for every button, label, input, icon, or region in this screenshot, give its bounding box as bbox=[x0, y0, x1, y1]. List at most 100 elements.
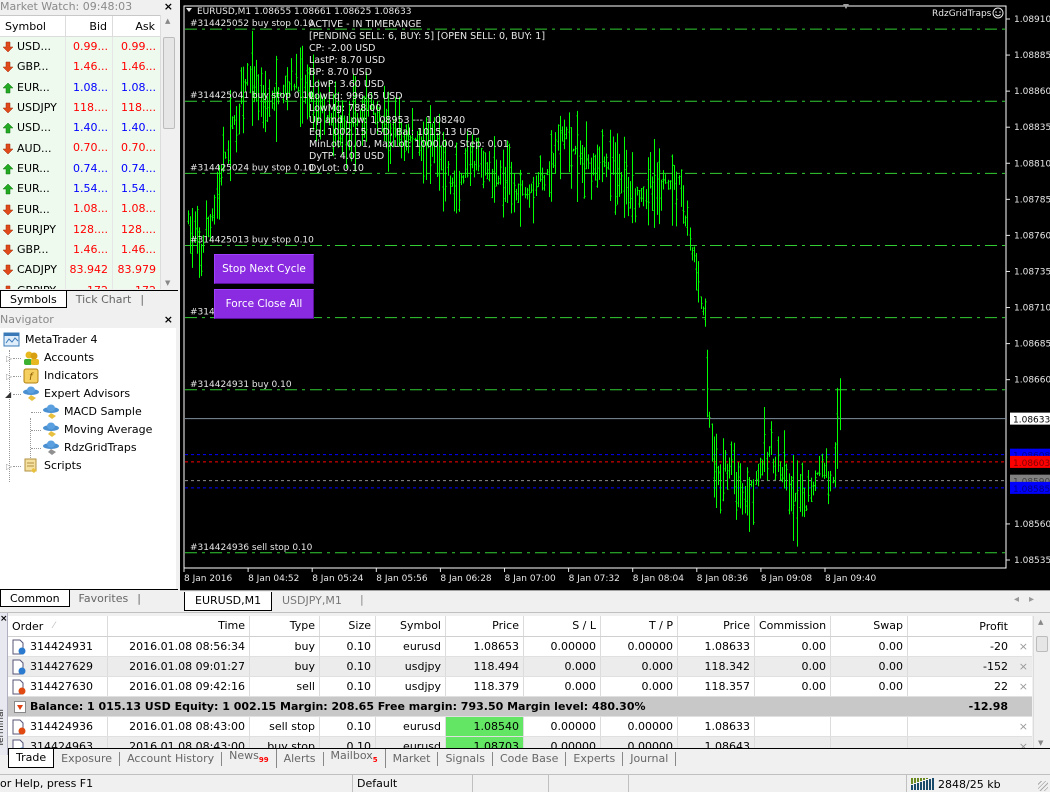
nav-item-scripts[interactable]: Scripts bbox=[22, 457, 82, 475]
bid-cell: 0.74... bbox=[66, 158, 113, 180]
force-close-all-button[interactable]: Force Close All bbox=[214, 289, 314, 319]
scroll-down-icon[interactable]: ▼ bbox=[1038, 739, 1043, 747]
nav-item-rdzgridtraps[interactable]: RdzGridTraps bbox=[42, 439, 137, 457]
col-bid[interactable]: Bid bbox=[66, 16, 113, 36]
nav-item-accounts[interactable]: Accounts bbox=[22, 349, 94, 367]
scrollbar-thumb[interactable] bbox=[163, 37, 175, 129]
col-symbol[interactable]: Symbol bbox=[376, 616, 446, 636]
market-watch-row[interactable]: EUR... 1.08... 1.08... bbox=[0, 199, 160, 220]
tab-symbols[interactable]: Symbols bbox=[0, 291, 67, 308]
symbol-name: EUR... bbox=[17, 182, 50, 196]
nav-root[interactable]: MetaTrader 4 bbox=[3, 331, 97, 349]
scroll-down-icon[interactable]: ▼ bbox=[165, 279, 170, 287]
expand-icon[interactable]: ▷ bbox=[6, 372, 12, 381]
scroll-up-icon[interactable]: ▲ bbox=[1038, 618, 1043, 626]
tab-experts[interactable]: Experts bbox=[566, 751, 624, 766]
status-connection[interactable]: 2848/25 kb bbox=[906, 775, 1036, 792]
tab-tick-chart[interactable]: Tick Chart bbox=[67, 291, 141, 308]
col-ask[interactable]: Ask bbox=[113, 16, 160, 36]
chart-window[interactable]: #314425052 buy stop 0.10 #314425041 buy s… bbox=[180, 0, 1050, 590]
expand-icon[interactable]: ▷ bbox=[6, 462, 12, 471]
order-line-label: #314 bbox=[190, 308, 215, 318]
tab-journal[interactable]: Journal bbox=[623, 751, 677, 766]
tab-favorites[interactable]: Favorites bbox=[70, 590, 138, 607]
order-row[interactable]: 314424936 2016.01.08 08:43:00 sell stop 0.1… bbox=[8, 717, 1032, 737]
tab-news[interactable]: News99 bbox=[222, 749, 277, 768]
market-watch-row[interactable]: AUD... 0.70... 0.70... bbox=[0, 138, 160, 159]
resize-grip[interactable] bbox=[1038, 781, 1048, 791]
tab-trade[interactable]: Trade bbox=[8, 748, 55, 768]
market-watch-row[interactable]: EURJPY 128.... 128.... bbox=[0, 219, 160, 240]
tab-market[interactable]: Market bbox=[386, 751, 439, 766]
col-symbol[interactable]: Symbol bbox=[0, 16, 66, 36]
tab-eurusd-m1[interactable]: EURUSD,M1 bbox=[184, 592, 273, 611]
market-watch-row[interactable]: GBPJPY 172172 bbox=[0, 280, 160, 289]
col-sl[interactable]: S / L bbox=[524, 616, 601, 636]
tab-alerts[interactable]: Alerts bbox=[277, 751, 324, 766]
market-watch-row[interactable]: CADJPY 83.942 83.979 bbox=[0, 260, 160, 281]
market-watch-row[interactable]: EUR... 0.74... 0.74... bbox=[0, 158, 160, 180]
indicators-icon: f bbox=[23, 368, 39, 384]
col-swap[interactable]: Swap bbox=[831, 616, 908, 636]
navigator-title-bar[interactable]: Navigator × bbox=[0, 313, 178, 328]
market-watch-row[interactable]: USDJPY 118.... 118.... bbox=[0, 97, 160, 119]
scroll-right-icon[interactable]: ▸ bbox=[1029, 594, 1044, 605]
order-row[interactable]: 314427630 2016.01.08 09:42:16 sell 0.10 usdj… bbox=[8, 677, 1032, 697]
expand-icon[interactable]: ▷ bbox=[6, 354, 12, 363]
close-order-icon[interactable]: × bbox=[1018, 717, 1028, 736]
time-cell: 2016.01.08 08:43:00 bbox=[108, 717, 250, 736]
nav-item-expert-advisors[interactable]: Expert Advisors bbox=[22, 385, 130, 403]
col-time[interactable]: Time bbox=[108, 616, 250, 636]
col-price[interactable]: Price bbox=[446, 616, 524, 636]
market-watch-row[interactable]: USD... 0.99... 0.99... bbox=[0, 37, 160, 58]
tab-mailbox[interactable]: Mailbox5 bbox=[324, 749, 386, 768]
market-watch-row[interactable]: EUR... 1.54... 1.54... bbox=[0, 179, 160, 200]
accounts-icon bbox=[24, 351, 39, 365]
scroll-left-icon[interactable]: ◂ bbox=[1014, 594, 1029, 605]
order-row[interactable]: 314424931 2016.01.08 08:56:34 buy 0.10 eurus… bbox=[8, 637, 1032, 657]
market-watch-row[interactable]: EUR... 1.08... 1.08... bbox=[0, 77, 160, 98]
tab-code-base[interactable]: Code Base bbox=[493, 751, 567, 766]
close-order-icon[interactable]: × bbox=[1018, 637, 1028, 656]
scrollbar-thumb[interactable] bbox=[1036, 636, 1048, 652]
chart-tabs-scroll[interactable]: ◂▸ bbox=[1014, 594, 1044, 605]
close-order-icon[interactable]: × bbox=[1018, 677, 1028, 696]
stop-next-cycle-button[interactable]: Stop Next Cycle bbox=[214, 254, 314, 284]
nav-item-moving-average[interactable]: Moving Average bbox=[42, 421, 152, 439]
order-line-label: #314425024 buy stop 0.10 bbox=[190, 163, 314, 173]
market-watch-title: Market Watch: 09:48:03 bbox=[0, 0, 133, 13]
status-profile[interactable]: Default bbox=[352, 775, 436, 792]
col-order[interactable]: Order ⁄ bbox=[8, 616, 108, 636]
nav-item-indicators[interactable]: f Indicators bbox=[22, 367, 98, 385]
scroll-up-icon[interactable]: ▲ bbox=[165, 17, 170, 25]
close-icon[interactable]: × bbox=[164, 313, 173, 327]
col-tp[interactable]: T / P bbox=[601, 616, 678, 636]
col-current-price[interactable]: Price bbox=[678, 616, 755, 636]
chart-menu-triangle-icon[interactable] bbox=[186, 8, 192, 12]
tab-signals[interactable]: Signals bbox=[438, 751, 493, 766]
tab-usdjpy-m1[interactable]: USDJPY,M1 bbox=[272, 592, 352, 611]
market-watch-row[interactable]: GBP... 1.46... 1.46... bbox=[0, 57, 160, 78]
trade-table-scrollbar[interactable]: ▲ ▼ bbox=[1033, 616, 1050, 749]
nav-item-macd-sample[interactable]: MACD Sample bbox=[42, 403, 142, 421]
order-id: 314427629 bbox=[30, 660, 93, 673]
order-row[interactable]: 314427629 2016.01.08 09:01:27 buy 0.10 usdjp… bbox=[8, 657, 1032, 677]
col-commission[interactable]: Commission bbox=[755, 616, 831, 636]
col-size[interactable]: Size bbox=[320, 616, 376, 636]
collapse-icon[interactable]: ◢ bbox=[5, 390, 11, 399]
close-icon[interactable]: × bbox=[0, 614, 8, 624]
arrow-up-icon bbox=[2, 122, 14, 134]
market-watch-row[interactable]: GBP... 1.46... 1.46... bbox=[0, 239, 160, 261]
size-cell: 0.10 bbox=[320, 657, 376, 676]
col-profit[interactable]: Profit× bbox=[908, 616, 1032, 636]
close-order-icon[interactable]: × bbox=[1018, 657, 1028, 676]
tab-account-history[interactable]: Account History bbox=[120, 751, 223, 766]
market-watch-title-bar[interactable]: Market Watch: 09:48:03 × bbox=[0, 0, 178, 15]
tab-common[interactable]: Common bbox=[0, 590, 70, 607]
col-type[interactable]: Type bbox=[250, 616, 320, 636]
market-watch-scrollbar[interactable]: ▲ ▼ bbox=[160, 15, 177, 289]
tab-exposure[interactable]: Exposure bbox=[54, 751, 121, 766]
size-cell: 0.10 bbox=[320, 637, 376, 656]
market-watch-row[interactable]: USD... 1.40... 1.40... bbox=[0, 118, 160, 139]
close-icon[interactable]: × bbox=[164, 0, 173, 14]
